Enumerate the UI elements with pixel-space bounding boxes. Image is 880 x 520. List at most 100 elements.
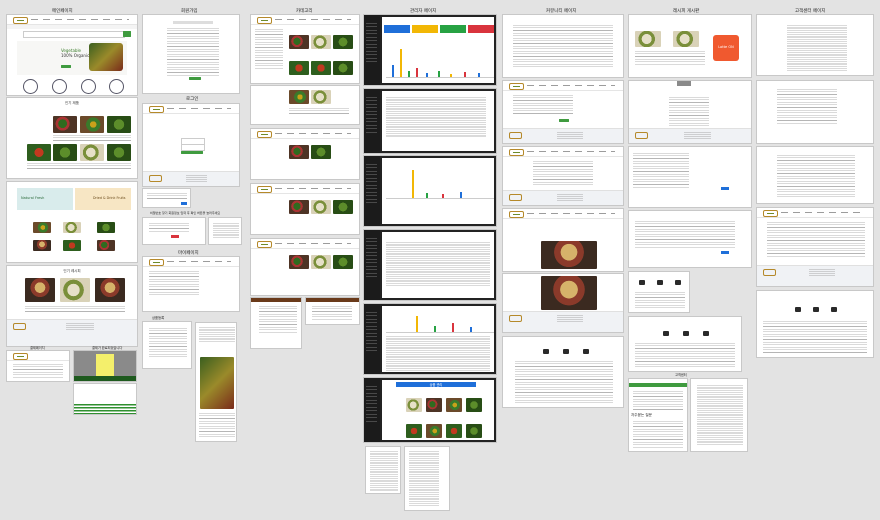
bookmark-icon[interactable] [675, 280, 681, 285]
product-image[interactable] [27, 144, 51, 161]
title-product-register: 상품등록 [152, 316, 165, 320]
product-image[interactable] [33, 240, 51, 251]
natural-fresh-banner[interactable]: Natural Fresh [17, 188, 73, 210]
product-image[interactable] [289, 200, 309, 214]
product-image[interactable] [97, 240, 115, 251]
recipe-image[interactable] [60, 278, 90, 302]
recipe-icon[interactable] [563, 349, 569, 354]
community-post [502, 80, 624, 144]
product-image[interactable] [289, 35, 309, 49]
product-image[interactable] [311, 35, 331, 49]
recipe-image[interactable] [25, 278, 55, 302]
search-input[interactable] [23, 31, 125, 38]
payment-popup[interactable] [96, 354, 114, 376]
recipe-card-image[interactable] [673, 31, 699, 47]
admin-log [404, 446, 450, 511]
fresh-badge-icon [52, 79, 67, 94]
recipe-image[interactable] [95, 278, 125, 302]
recipe-board-profile [628, 316, 742, 372]
find-password [142, 217, 206, 245]
admin-sidebar[interactable] [364, 15, 380, 85]
product-image[interactable] [406, 424, 422, 438]
product-image[interactable] [446, 398, 462, 412]
recipe-icon[interactable] [813, 307, 819, 312]
bookmark-icon[interactable] [831, 307, 837, 312]
product-image[interactable] [406, 398, 422, 412]
submit-button[interactable] [721, 251, 729, 254]
product-image[interactable] [446, 424, 462, 438]
product-image[interactable] [97, 222, 115, 233]
signup-submit-button[interactable] [189, 77, 201, 80]
recipe-icon[interactable] [657, 280, 663, 285]
product-image[interactable] [107, 116, 131, 133]
category-page-5 [250, 238, 360, 296]
product-image[interactable] [333, 255, 353, 269]
recipe-board-icons [628, 271, 690, 313]
photo-icon[interactable] [795, 307, 801, 312]
category-page-2 [250, 85, 360, 125]
product-image[interactable] [107, 144, 131, 161]
bookmark-icon[interactable] [703, 331, 709, 336]
login-button[interactable] [181, 151, 203, 154]
product-image[interactable] [426, 398, 442, 412]
product-image[interactable] [311, 145, 331, 159]
product-image[interactable] [311, 61, 331, 75]
hero-subheading: 100% Organic [61, 53, 90, 58]
cancel-button[interactable] [171, 235, 179, 238]
product-image[interactable] [311, 255, 331, 269]
submit-button[interactable] [559, 119, 569, 122]
payment-complete [73, 383, 137, 415]
inquiry-board-heading: 자주묻는 질문 [631, 413, 652, 417]
product-image[interactable] [289, 145, 309, 159]
product-image[interactable] [311, 200, 331, 214]
sales-chart [386, 43, 494, 78]
product-image[interactable] [426, 424, 442, 438]
search-button[interactable] [123, 31, 131, 37]
product-image[interactable] [311, 90, 331, 104]
product-image[interactable] [466, 424, 482, 438]
product-image[interactable] [80, 144, 104, 161]
product-image[interactable] [289, 90, 309, 104]
inquiry-detail [690, 378, 748, 452]
product-image[interactable] [80, 116, 104, 133]
product-image[interactable] [333, 61, 353, 75]
recipe-icon[interactable] [683, 331, 689, 336]
confirm-button[interactable] [181, 202, 187, 205]
photo-icon[interactable] [543, 349, 549, 354]
stat-card-blue [384, 25, 410, 33]
admin-inventory [363, 303, 497, 375]
shop-now-button[interactable] [61, 65, 71, 68]
product-image[interactable] [466, 398, 482, 412]
write-button[interactable] [721, 187, 729, 190]
recipe-board-form [628, 210, 752, 268]
product-image[interactable] [53, 116, 77, 133]
product-image[interactable] [289, 255, 309, 269]
main-page-banners: Natural Fresh Dried & Drink Fruits [6, 181, 138, 263]
main-page-products: 인기 제품 [6, 97, 138, 179]
photo-icon[interactable] [663, 331, 669, 336]
product-image[interactable] [63, 240, 81, 251]
product-detail-page [195, 322, 237, 442]
product-register [142, 321, 192, 369]
quality-badge-icon [109, 79, 124, 94]
product-image[interactable] [333, 35, 353, 49]
product-image[interactable] [63, 222, 81, 233]
banner-title: Natural Fresh [21, 196, 45, 200]
product-image[interactable] [289, 61, 309, 75]
product-image[interactable] [333, 200, 353, 214]
password-input[interactable] [181, 144, 205, 151]
products-heading: 인기 제품 [65, 101, 79, 105]
recipe-card-image[interactable] [635, 31, 661, 47]
community-list [502, 14, 624, 78]
product-image[interactable] [33, 222, 51, 233]
lotte-on-banner[interactable]: Lotte ON [713, 35, 739, 61]
bookmark-icon[interactable] [583, 349, 589, 354]
dried-fruits-banner[interactable]: Dried & Drink Fruits [75, 188, 131, 210]
category-page-1 [250, 14, 360, 84]
signup-page [142, 14, 240, 94]
admin-receipt [365, 446, 401, 494]
photo-icon[interactable] [639, 280, 645, 285]
recipe-photo [541, 276, 597, 310]
hero-vegetable-image [89, 43, 123, 71]
product-image[interactable] [53, 144, 77, 161]
